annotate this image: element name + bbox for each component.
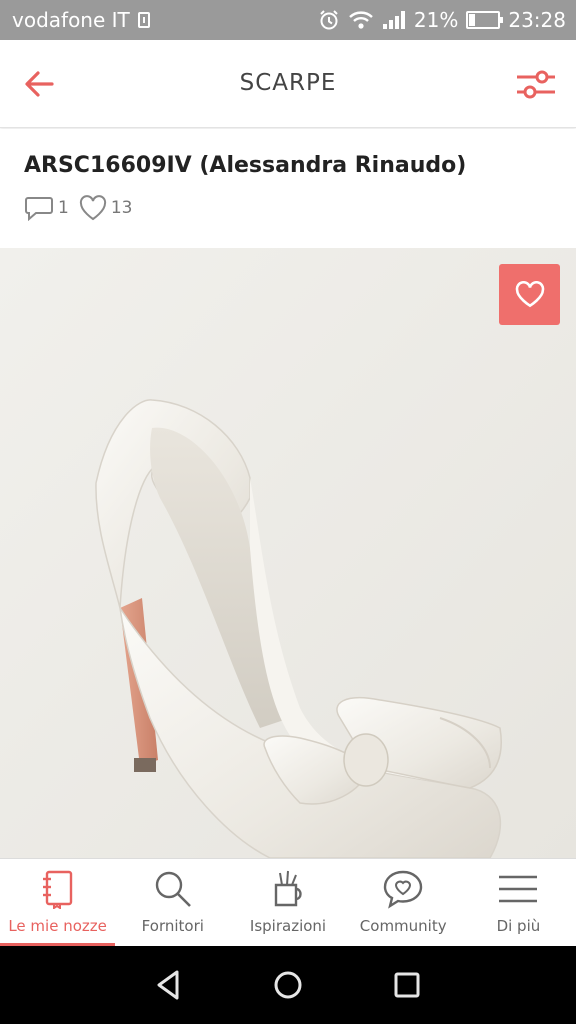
product-image[interactable]	[0, 248, 576, 858]
nav-label: Ispirazioni	[249, 917, 327, 935]
notebook-icon	[42, 870, 72, 909]
product-title: ARSC16609IV (Alessandra Rinaudo)	[24, 153, 467, 178]
sliders-icon	[517, 70, 555, 99]
search-icon	[155, 871, 191, 907]
likes-count: 13	[110, 198, 133, 218]
battery-percent: 21%	[413, 8, 459, 32]
nav-le-mie-nozze[interactable]: Le mie nozze	[0, 859, 116, 946]
nav-di-piu[interactable]: Di più	[461, 859, 576, 946]
product-stats: 1 13	[24, 195, 132, 221]
system-navigation-bar	[0, 946, 576, 1024]
recents-square-icon[interactable]	[389, 967, 425, 1003]
clock: 23:28	[508, 8, 566, 32]
app-bar: SCARPE	[0, 40, 576, 128]
page-title: SCARPE	[239, 70, 337, 96]
home-circle-icon[interactable]	[270, 967, 306, 1003]
shoe-photo	[0, 248, 576, 858]
comments-count: 1	[58, 198, 69, 218]
nav-fornitori[interactable]: Fornitori	[115, 859, 230, 946]
battery-icon	[466, 11, 504, 29]
nav-label: Le mie nozze	[8, 917, 107, 935]
status-bar: vodafone IT 21% 23:28	[0, 0, 576, 40]
favorite-button[interactable]	[499, 264, 560, 325]
nav-label: Di più	[496, 917, 541, 935]
community-icon	[384, 870, 423, 909]
carrier-name: vodafone IT	[12, 8, 130, 32]
nav-ispirazioni[interactable]: Ispirazioni	[230, 859, 345, 946]
comments-stat[interactable]: 1	[24, 195, 69, 221]
signal-icon	[382, 10, 406, 30]
comment-icon	[25, 197, 53, 221]
filter-button[interactable]	[514, 64, 558, 104]
likes-stat[interactable]: 13	[79, 195, 133, 221]
heart-outline-icon	[79, 195, 106, 221]
alarm-icon	[318, 9, 340, 31]
heart-icon	[515, 280, 544, 307]
sim-icon	[137, 12, 150, 28]
wifi-icon	[348, 10, 374, 30]
nav-community[interactable]: Community	[346, 859, 461, 946]
nav-label: Community	[359, 917, 447, 935]
product-header: ARSC16609IV (Alessandra Rinaudo) 1 13	[0, 129, 576, 247]
back-triangle-icon[interactable]	[151, 967, 187, 1003]
menu-icon	[499, 875, 538, 903]
bottom-navigation: Le mie nozze Fornitori Ispirazioni Commu…	[0, 858, 576, 946]
nav-label: Fornitori	[141, 917, 204, 935]
inspiration-icon	[274, 870, 302, 907]
